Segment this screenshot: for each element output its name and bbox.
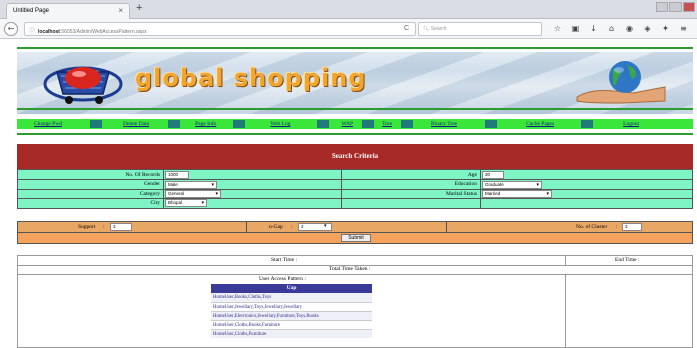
education-label: Education — [454, 181, 477, 187]
cluster-input[interactable]: 3 — [622, 223, 642, 231]
submit-button[interactable]: Submit — [341, 234, 371, 242]
menu-logout[interactable]: Logout — [623, 121, 639, 127]
parameter-row: Support : 3 n-Gap : 2 ▾ No. of Cluster :… — [17, 221, 693, 233]
close-tab-icon[interactable]: × — [118, 6, 123, 15]
submit-row: Submit — [17, 233, 693, 244]
info-icon[interactable]: ⓘ — [29, 29, 35, 35]
menu-tree[interactable]: Tree — [382, 121, 392, 127]
star-icon[interactable]: ☆ — [552, 23, 563, 35]
home-icon[interactable]: ⌂ — [606, 23, 617, 35]
window-controls — [655, 2, 695, 12]
results-table: Start Time : End Time : Total Time Taken… — [17, 255, 693, 348]
globe-in-hand-icon — [576, 61, 666, 104]
support-label: Support — [78, 224, 96, 230]
marital-select[interactable]: Married — [482, 190, 552, 198]
support-input[interactable]: 3 — [110, 223, 132, 231]
pocket-icon[interactable]: ◉ — [624, 23, 635, 35]
extension-icon[interactable]: ✦ — [660, 23, 671, 35]
menu-cache-pages[interactable]: Cache Pages — [526, 121, 554, 127]
site-banner: global shopping — [17, 52, 693, 114]
category-select[interactable]: General — [165, 190, 221, 198]
page-content: global shopping Change Pwd Delete Data P… — [0, 40, 697, 348]
maximize-button[interactable] — [669, 2, 682, 12]
reader-icon[interactable]: ▣ — [570, 23, 581, 35]
search-placeholder: Search — [430, 26, 447, 32]
pattern-row: HomeUser,Electronics,Jewellary,Furniture… — [211, 311, 372, 320]
menu-separator — [233, 120, 246, 128]
menu-icon[interactable]: ≡ — [678, 23, 689, 35]
divider — [17, 108, 693, 110]
menu-page-info[interactable]: Page Info — [195, 121, 216, 127]
user-access-pattern-label: User Access Pattern : — [259, 276, 306, 282]
menu-separator — [168, 120, 181, 128]
tab-bar: Untitled Page × + — [0, 0, 697, 19]
toolbar-icons: ☆ ▣ ↓ ⌂ ◉ ◈ ✦ ≡ — [552, 23, 697, 35]
address-bar[interactable]: ⓘ localhost:56053/Admin/WebAccessPattern.… — [24, 22, 416, 36]
gender-select[interactable]: Male — [165, 181, 217, 189]
nav-bar: ← ⓘ localhost:56053/Admin/WebAccessPatter… — [0, 19, 697, 39]
menu-separator — [316, 120, 329, 128]
menu-separator — [485, 120, 498, 128]
pattern-row: HomeUser,Jewellary,Toys,Jewellary,Jewell… — [211, 302, 372, 311]
menu-separator — [401, 120, 414, 128]
browser-tab[interactable]: Untitled Page × — [6, 3, 130, 19]
url-host: localhost — [38, 29, 60, 35]
search-icon: 🔍︎ — [423, 26, 430, 32]
marital-label: Marital Status — [445, 191, 477, 197]
menu-wap[interactable]: WAP — [342, 121, 354, 127]
menu-separator — [362, 120, 375, 128]
age-label: Age — [467, 172, 477, 178]
divider — [17, 47, 693, 49]
main-menu: Change Pwd Delete Data Page Info Web Log… — [17, 119, 693, 129]
pattern-table-header: Uap — [211, 284, 372, 293]
site-logo-text: global shopping — [135, 64, 367, 92]
menu-delete-data[interactable]: Delete Data — [123, 121, 149, 127]
tab-title: Untitled Page — [13, 8, 50, 14]
end-time-label: End Time : — [615, 257, 640, 263]
close-window-button[interactable] — [682, 2, 695, 12]
menu-change-pwd[interactable]: Change Pwd — [34, 121, 62, 127]
gender-label: Gender — [143, 181, 160, 187]
category-label: Category — [139, 191, 160, 197]
pattern-row: HomeUser,Books,Cloths,Toys — [211, 293, 372, 302]
new-tab-button[interactable]: + — [136, 2, 142, 14]
divider — [17, 133, 693, 135]
search-criteria-table: No. Of Records 1000 Age 30 Gender Male E… — [17, 169, 693, 209]
start-time-label: Start Time : — [271, 257, 297, 263]
age-input[interactable]: 30 — [482, 171, 504, 179]
menu-web-log[interactable]: Web Log — [270, 121, 290, 127]
reload-icon[interactable]: C — [404, 25, 409, 32]
minimize-button[interactable] — [656, 2, 669, 12]
shopping-cart-icon — [43, 66, 123, 104]
pattern-row: HomeUser,Cloths,Books,Furniture — [211, 320, 372, 329]
cluster-label: No. of Cluster — [576, 224, 608, 230]
ngap-dropdown-icon: ▾ — [324, 224, 327, 229]
records-input[interactable]: 1000 — [165, 171, 189, 179]
city-select[interactable]: Bhopal — [165, 199, 207, 207]
shield-icon[interactable]: ◈ — [642, 23, 653, 35]
total-time-label: Total Time Taken : — [329, 266, 371, 272]
back-arrow-icon[interactable]: ← — [4, 22, 18, 36]
city-label: City — [150, 200, 160, 206]
pattern-row: HomeUser,Cloths,Furniture — [211, 329, 372, 338]
records-label: No. Of Records — [125, 172, 160, 178]
search-criteria-heading: Search Criteria — [17, 144, 693, 169]
education-select[interactable]: Graduate — [482, 181, 542, 189]
search-input[interactable]: 🔍︎ Search — [418, 22, 542, 36]
ngap-label: n-Gap — [269, 224, 283, 230]
menu-binary-tree[interactable]: Binary Tree — [431, 121, 457, 127]
menu-separator — [581, 120, 594, 128]
menu-separator — [89, 120, 102, 128]
url-path: :56053/Admin/WebAccessPattern.aspx — [59, 29, 147, 35]
download-icon[interactable]: ↓ — [588, 23, 599, 35]
